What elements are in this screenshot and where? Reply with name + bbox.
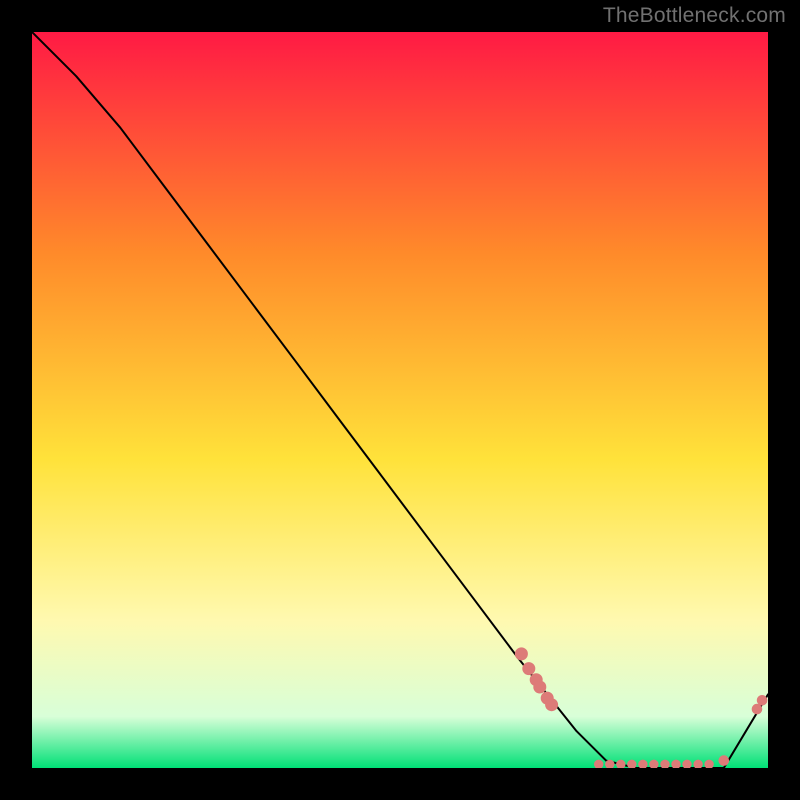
data-marker xyxy=(650,760,658,768)
data-marker xyxy=(595,760,603,768)
data-marker xyxy=(523,663,535,675)
chart-svg xyxy=(32,32,768,768)
data-marker xyxy=(661,760,669,768)
data-marker xyxy=(757,696,767,706)
data-marker xyxy=(672,760,680,768)
data-marker xyxy=(752,704,762,714)
chart-background-gradient xyxy=(32,32,768,768)
data-marker xyxy=(719,756,729,766)
data-marker xyxy=(617,760,625,768)
data-marker xyxy=(683,760,691,768)
chart-stage: TheBottleneck.com xyxy=(0,0,800,800)
data-marker xyxy=(606,760,614,768)
data-marker xyxy=(705,760,713,768)
chart-plot-area xyxy=(32,32,768,768)
data-marker xyxy=(534,681,546,693)
data-marker xyxy=(694,760,702,768)
data-marker xyxy=(639,760,647,768)
data-marker xyxy=(628,760,636,768)
data-marker xyxy=(515,648,527,660)
watermark-text: TheBottleneck.com xyxy=(603,4,786,28)
data-marker xyxy=(546,699,558,711)
